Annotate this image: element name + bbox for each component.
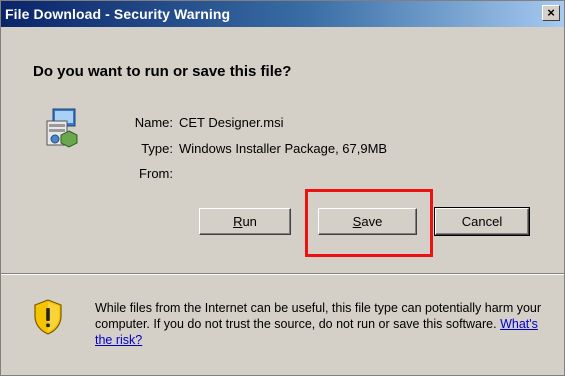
warning-message: While files from the Internet can be use… <box>95 300 555 348</box>
cancel-button[interactable]: Cancel <box>434 207 530 236</box>
file-type-row: Type: Windows Installer Package, 67,9MB <box>121 141 387 156</box>
close-button[interactable]: × <box>542 5 560 21</box>
title-bar[interactable]: File Download - Security Warning × <box>1 1 564 27</box>
run-button-label: un <box>242 214 257 229</box>
file-name-row: Name: CET Designer.msi <box>121 115 284 130</box>
installer-package-icon <box>46 108 78 148</box>
run-button[interactable]: Run <box>199 208 291 235</box>
file-from-row: From: <box>121 166 179 181</box>
file-from-label: From: <box>139 166 173 181</box>
security-shield-warning-icon <box>34 299 62 335</box>
save-highlight-annotation <box>305 189 433 257</box>
warning-text: While files from the Internet can be use… <box>95 301 542 331</box>
window-title: File Download - Security Warning <box>5 6 231 22</box>
file-name-value: CET Designer.msi <box>179 115 284 130</box>
file-type-value: Windows Installer Package, 67,9MB <box>179 141 388 156</box>
security-warning-dialog: File Download - Security Warning × Do yo… <box>0 0 565 376</box>
file-name-label: Name: <box>134 115 173 130</box>
file-type-label: Type: <box>141 141 173 156</box>
separator-highlight <box>1 274 564 275</box>
question-heading: Do you want to run or save this file? <box>33 63 292 80</box>
